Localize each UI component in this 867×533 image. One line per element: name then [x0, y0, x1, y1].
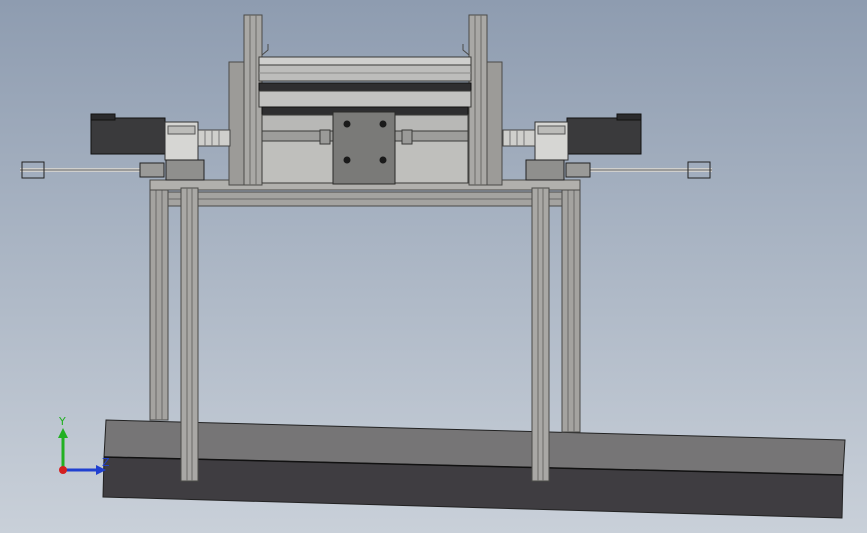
cad-viewport[interactable]: Y Z	[0, 0, 867, 533]
x-axis-dot	[59, 466, 67, 474]
y-axis-head	[58, 428, 68, 438]
left-actuator[interactable]	[20, 113, 231, 181]
base-slab[interactable]	[102, 419, 846, 519]
z-axis-label: Z	[102, 456, 110, 469]
axis-triad: Y Z	[58, 415, 110, 475]
right-actuator[interactable]	[502, 113, 712, 181]
y-axis-label: Y	[58, 415, 66, 428]
model-view[interactable]	[0, 0, 867, 533]
rear-legs[interactable]	[149, 187, 581, 433]
